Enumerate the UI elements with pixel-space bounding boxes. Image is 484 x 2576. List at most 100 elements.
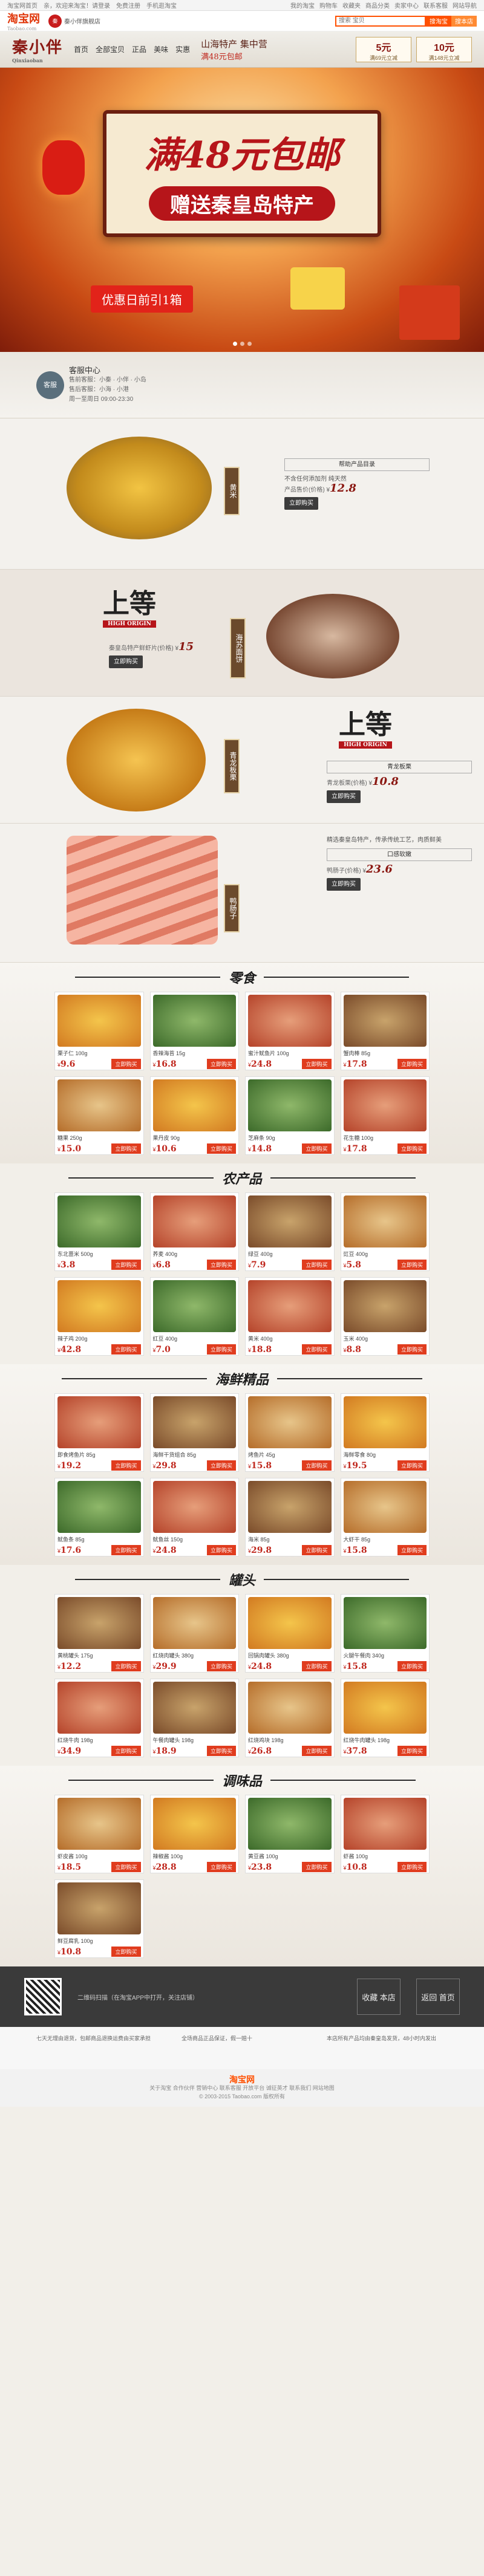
product-name[interactable]: 红烧鸡块 198g: [246, 1736, 334, 1744]
product-image[interactable]: [343, 1396, 427, 1448]
product-name[interactable]: 红烧牛肉罐头 198g: [341, 1736, 430, 1744]
product-image[interactable]: [152, 1481, 236, 1533]
product-name[interactable]: 黄米 400g: [246, 1335, 334, 1342]
product-card[interactable]: 红烧肉罐头 380g ¥29.9 立即购买: [149, 1594, 239, 1673]
product-image[interactable]: [152, 1798, 236, 1850]
buy-now-button[interactable]: 立即购买: [206, 1143, 236, 1154]
search-taobao-button[interactable]: 搜淘宝: [426, 15, 451, 27]
product-card[interactable]: 黄豆酱 100g ¥23.8 立即购买: [245, 1795, 335, 1873]
buy-now-button[interactable]: 立即购买: [111, 1143, 141, 1154]
product-name[interactable]: 玉米 400g: [341, 1335, 430, 1342]
product-name[interactable]: 果丹皮 90g: [151, 1134, 239, 1142]
product-image[interactable]: [152, 1280, 236, 1332]
nav-home[interactable]: 首页: [74, 44, 88, 54]
product-image[interactable]: [248, 1280, 332, 1332]
product-image[interactable]: [248, 1682, 332, 1734]
product-name[interactable]: 大虾干 85g: [341, 1535, 430, 1543]
cart-link[interactable]: 购物车: [319, 1, 338, 10]
product-name[interactable]: 绿豆 400g: [246, 1250, 334, 1258]
shop-brand[interactable]: 秦小伴 Qinxiaoban: [12, 35, 63, 63]
product-name[interactable]: 回锅肉罐头 380g: [246, 1651, 334, 1659]
my-taobao-link[interactable]: 我的淘宝: [290, 1, 315, 10]
feature-buy-button[interactable]: 立即购买: [327, 790, 361, 803]
buy-now-button[interactable]: 立即购买: [397, 1460, 427, 1471]
product-name[interactable]: 鱿鱼丝 150g: [151, 1535, 239, 1543]
buy-now-button[interactable]: 立即购买: [397, 1545, 427, 1555]
buy-now-button[interactable]: 立即购买: [206, 1260, 236, 1270]
buy-now-button[interactable]: 立即购买: [111, 1746, 141, 1756]
banner-button[interactable]: 优惠日前引1箱: [91, 285, 193, 313]
buy-now-button[interactable]: 立即购买: [397, 1862, 427, 1872]
product-card[interactable]: 午餐肉罐头 198g ¥18.9 立即购买: [149, 1679, 239, 1757]
seller-link[interactable]: 卖家中心: [394, 1, 419, 10]
mobile-link[interactable]: 手机逛淘宝: [146, 1, 177, 10]
product-card[interactable]: 虾酱 100g ¥10.8 立即购买: [340, 1795, 430, 1873]
product-card[interactable]: 蜜汁鱿鱼片 100g ¥24.8 立即购买: [245, 992, 335, 1070]
buy-now-button[interactable]: 立即购买: [397, 1746, 427, 1756]
product-name[interactable]: 黄豆酱 100g: [246, 1852, 334, 1860]
buy-now-button[interactable]: 立即购买: [111, 1344, 141, 1355]
product-card[interactable]: 糖果 250g ¥15.0 立即购买: [54, 1076, 144, 1155]
footer-links[interactable]: 关于淘宝 合作伙伴 营销中心 联系客服 开放平台 诚征英才 联系我们 网站地图: [0, 2084, 484, 2092]
product-image[interactable]: [152, 1079, 236, 1131]
coupon-5[interactable]: 5元 满69元立减: [356, 36, 411, 62]
category-link[interactable]: 商品分类: [365, 1, 390, 10]
product-name[interactable]: 蟹肉棒 85g: [341, 1049, 430, 1057]
product-card[interactable]: 芝麻条 90g ¥14.8 立即购买: [245, 1076, 335, 1155]
product-image[interactable]: [343, 1682, 427, 1734]
product-image[interactable]: [343, 995, 427, 1047]
product-card[interactable]: 红烧牛肉 198g ¥34.9 立即购买: [54, 1679, 144, 1757]
product-image[interactable]: [57, 1597, 141, 1649]
product-card[interactable]: 黄米 400g ¥18.8 立即购买: [245, 1277, 335, 1356]
product-name[interactable]: 花生糖 100g: [341, 1134, 430, 1142]
product-name[interactable]: 糖果 250g: [55, 1134, 143, 1142]
buy-now-button[interactable]: 立即购买: [111, 1545, 141, 1555]
product-image[interactable]: [343, 1280, 427, 1332]
product-card[interactable]: 黄桃罐头 175g ¥12.2 立即购买: [54, 1594, 144, 1673]
product-card[interactable]: 香辣海苔 15g ¥16.8 立即购买: [149, 992, 239, 1070]
buy-now-button[interactable]: 立即购买: [206, 1746, 236, 1756]
product-image[interactable]: [57, 1481, 141, 1533]
buy-now-button[interactable]: 立即购买: [397, 1260, 427, 1270]
product-name[interactable]: 虾皮酱 100g: [55, 1852, 143, 1860]
nav-genuine[interactable]: 正品: [132, 44, 146, 54]
carousel-dot[interactable]: [240, 342, 244, 346]
buy-now-button[interactable]: 立即购买: [302, 1460, 332, 1471]
search-shop-button[interactable]: 搜本店: [451, 15, 477, 27]
product-card[interactable]: 果丹皮 90g ¥10.6 立即购买: [149, 1076, 239, 1155]
buy-now-button[interactable]: 立即购买: [302, 1260, 332, 1270]
product-name[interactable]: 鲜豆腐乳 100g: [55, 1937, 143, 1945]
buy-now-button[interactable]: 立即购买: [206, 1059, 236, 1069]
product-image[interactable]: [57, 1798, 141, 1850]
buy-now-button[interactable]: 立即购买: [302, 1661, 332, 1671]
product-name[interactable]: 海米 85g: [246, 1535, 334, 1543]
product-card[interactable]: 即食烤鱼片 85g ¥19.2 立即购买: [54, 1393, 144, 1472]
buy-now-button[interactable]: 立即购买: [206, 1545, 236, 1555]
back-home-button[interactable]: 返回 首页: [416, 1979, 460, 2015]
product-name[interactable]: 虾酱 100g: [341, 1852, 430, 1860]
buy-now-button[interactable]: 立即购买: [302, 1545, 332, 1555]
product-name[interactable]: 海鲜零食 80g: [341, 1451, 430, 1459]
product-image[interactable]: [248, 1396, 332, 1448]
product-image[interactable]: [248, 1481, 332, 1533]
buy-now-button[interactable]: 立即购买: [397, 1661, 427, 1671]
product-card[interactable]: 东北薏米 500g ¥3.8 立即购买: [54, 1192, 144, 1271]
product-image[interactable]: [152, 1597, 236, 1649]
product-card[interactable]: 大虾干 85g ¥15.8 立即购买: [340, 1478, 430, 1556]
service-link[interactable]: 联系客服: [424, 1, 448, 10]
product-name[interactable]: 红豆 400g: [151, 1335, 239, 1342]
product-image[interactable]: [57, 1682, 141, 1734]
product-card[interactable]: 鱿鱼丝 150g ¥24.8 立即购买: [149, 1478, 239, 1556]
buy-now-button[interactable]: 立即购买: [206, 1460, 236, 1471]
product-card[interactable]: 红烧牛肉罐头 198g ¥37.8 立即购买: [340, 1679, 430, 1757]
shop-badge[interactable]: 秦秦小伴旗舰店: [48, 14, 100, 28]
footer-logo[interactable]: 淘宝网: [0, 2075, 484, 2084]
register-link[interactable]: 免费注册: [116, 1, 140, 10]
product-name[interactable]: 火腿午餐肉 340g: [341, 1651, 430, 1659]
collect-shop-button[interactable]: 收藏 本店: [357, 1979, 401, 2015]
buy-now-button[interactable]: 立即购买: [397, 1059, 427, 1069]
product-name[interactable]: 栗子仁 100g: [55, 1049, 143, 1057]
product-image[interactable]: [152, 1396, 236, 1448]
product-name[interactable]: 鱿鱼条 85g: [55, 1535, 143, 1543]
product-name[interactable]: 豇豆 400g: [341, 1250, 430, 1258]
